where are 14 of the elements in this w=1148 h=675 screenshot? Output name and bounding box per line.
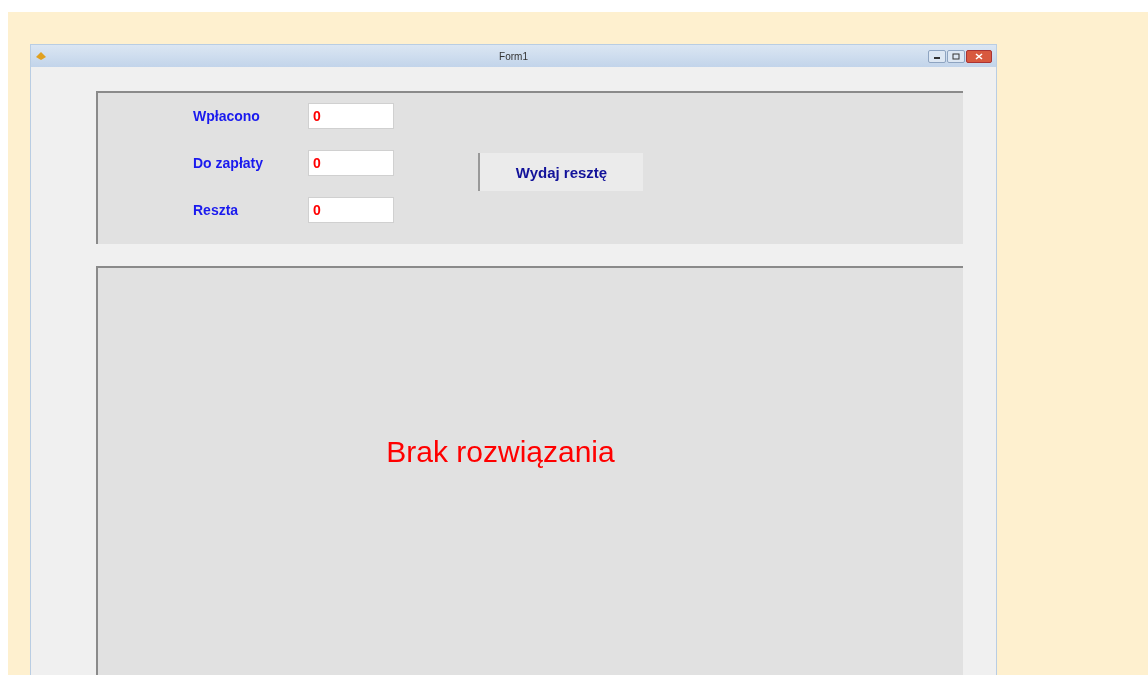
close-icon bbox=[975, 52, 983, 60]
input-field[interactable]: 0 bbox=[308, 197, 394, 223]
window-title: Form1 bbox=[499, 50, 528, 62]
field-label: Do zapłaty bbox=[193, 155, 264, 171]
change-button[interactable]: Wydaj resztę bbox=[478, 153, 643, 191]
field-label: Wpłacono bbox=[193, 108, 261, 124]
close-button[interactable] bbox=[966, 49, 992, 63]
field-label: Reszta bbox=[193, 202, 240, 218]
result-text: Brak rozwiązania bbox=[386, 434, 615, 469]
app-icon bbox=[35, 51, 47, 61]
input-field[interactable]: 0 bbox=[308, 103, 394, 129]
minimize-button[interactable] bbox=[928, 49, 946, 63]
maximize-icon bbox=[952, 52, 960, 60]
input-field[interactable]: 0 bbox=[308, 150, 394, 176]
